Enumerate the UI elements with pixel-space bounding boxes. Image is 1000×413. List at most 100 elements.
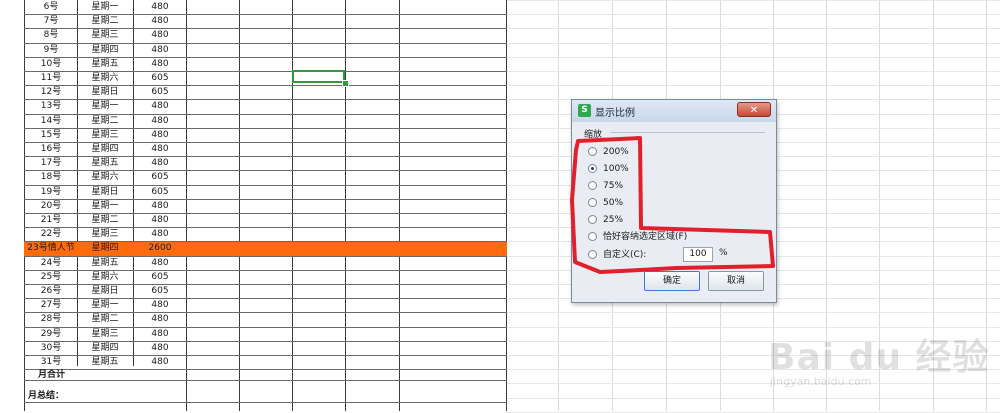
cell-weekday[interactable]: 星期五 (78, 156, 132, 170)
cell-amount[interactable]: 480 (134, 312, 186, 326)
cell-amount[interactable]: 605 (134, 185, 186, 199)
cell-day[interactable]: 29号 (26, 327, 76, 341)
cell-weekday[interactable]: 星期六 (78, 170, 132, 184)
radio-100-label: 100% (603, 164, 629, 174)
cancel-button[interactable]: 取消 (708, 271, 764, 291)
cell-weekday[interactable]: 星期四 (78, 142, 132, 156)
ok-button[interactable]: 确定 (644, 271, 700, 291)
cell-day[interactable]: 9号 (26, 43, 76, 57)
cell-amount[interactable]: 480 (134, 298, 186, 312)
cell-amount[interactable]: 605 (134, 85, 186, 99)
cell-day[interactable]: 16号 (26, 142, 76, 156)
cell-weekday[interactable]: 星期五 (78, 355, 132, 369)
cell-weekday[interactable]: 星期二 (78, 14, 132, 28)
gridline-vertical (558, 0, 559, 411)
cell-weekday[interactable]: 星期三 (78, 128, 132, 142)
cell-weekday[interactable]: 星期五 (78, 256, 132, 270)
cell-day[interactable]: 13号 (26, 99, 76, 113)
cell-amount[interactable]: 2600 (134, 241, 186, 255)
cell-day[interactable]: 18号 (26, 170, 76, 184)
cell-day[interactable]: 11号 (26, 71, 76, 85)
radio-200-circle[interactable] (588, 147, 597, 156)
cell-amount[interactable]: 480 (134, 128, 186, 142)
selected-cell[interactable] (292, 70, 345, 83)
cell-day[interactable]: 27号 (26, 298, 76, 312)
cell-weekday[interactable]: 星期四 (78, 43, 132, 57)
cell-day[interactable]: 12号 (26, 85, 76, 99)
cell-weekday[interactable]: 星期日 (78, 85, 132, 99)
cell-day[interactable]: 19号 (26, 185, 76, 199)
cell-day[interactable]: 6号 (26, 0, 76, 14)
table-border-horizontal (24, 380, 507, 381)
cell-weekday[interactable]: 星期二 (78, 312, 132, 326)
cell-day[interactable]: 7号 (26, 14, 76, 28)
cell-amount[interactable]: 480 (134, 28, 186, 42)
cell-day[interactable]: 25号 (26, 270, 76, 284)
cell-amount[interactable]: 480 (134, 227, 186, 241)
cell-amount[interactable]: 480 (134, 99, 186, 113)
cell-weekday[interactable]: 星期六 (78, 270, 132, 284)
cell-day[interactable]: 22号 (26, 227, 76, 241)
cell-amount[interactable]: 480 (134, 43, 186, 57)
cell-day[interactable]: 17号 (26, 156, 76, 170)
table-border-horizontal (24, 369, 507, 371)
cell-amount[interactable]: 605 (134, 71, 186, 85)
custom-zoom-input[interactable]: 100 (683, 247, 713, 262)
cell-amount[interactable]: 480 (134, 327, 186, 341)
table-border-vertical (292, 0, 293, 411)
cell-amount[interactable]: 480 (134, 213, 186, 227)
cell-weekday[interactable]: 星期四 (78, 241, 132, 255)
cell-amount[interactable]: 605 (134, 170, 186, 184)
cell-amount[interactable]: 480 (134, 256, 186, 270)
cell-day[interactable]: 10号 (26, 57, 76, 71)
cell-amount[interactable]: 480 (134, 355, 186, 369)
cell-weekday[interactable]: 星期一 (78, 0, 132, 14)
radio-fit-circle[interactable] (588, 232, 597, 241)
fill-handle[interactable] (342, 80, 349, 87)
cell-day[interactable]: 8号 (26, 28, 76, 42)
cell-amount[interactable]: 480 (134, 0, 186, 14)
cell-day[interactable]: 30号 (26, 341, 76, 355)
radio-25-circle[interactable] (588, 215, 597, 224)
cell-weekday[interactable]: 星期四 (78, 341, 132, 355)
cell-amount[interactable]: 480 (134, 199, 186, 213)
radio-100-circle[interactable] (588, 164, 597, 173)
close-button[interactable]: ✕ (737, 102, 771, 117)
cell-weekday[interactable]: 星期二 (78, 114, 132, 128)
cell-day[interactable]: 28号 (26, 312, 76, 326)
cell-day[interactable]: 24号 (26, 256, 76, 270)
radio-50-circle[interactable] (588, 198, 597, 207)
cell-amount[interactable]: 480 (134, 142, 186, 156)
cell-day[interactable]: 14号 (26, 114, 76, 128)
cell-weekday[interactable]: 星期三 (78, 327, 132, 341)
table-border-vertical (506, 0, 507, 411)
cell-day[interactable]: 26号 (26, 284, 76, 298)
cell-amount[interactable]: 605 (134, 284, 186, 298)
cell-amount[interactable]: 480 (134, 341, 186, 355)
cell-weekday[interactable]: 星期三 (78, 28, 132, 42)
cell-weekday[interactable]: 星期一 (78, 298, 132, 312)
radio-200-label: 200% (603, 147, 629, 157)
cell-day[interactable]: 21号 (26, 213, 76, 227)
cell-weekday[interactable]: 星期五 (78, 57, 132, 71)
radio-custom-circle[interactable] (588, 250, 597, 259)
cell-amount[interactable]: 480 (134, 57, 186, 71)
cell-weekday[interactable]: 星期日 (78, 284, 132, 298)
radio-75-circle[interactable] (588, 181, 597, 190)
cell-weekday[interactable]: 星期一 (78, 199, 132, 213)
cell-amount[interactable]: 480 (134, 14, 186, 28)
cell-day[interactable]: 23号情人节 (26, 241, 76, 255)
cell-amount[interactable]: 480 (134, 114, 186, 128)
cell-weekday[interactable]: 星期日 (78, 185, 132, 199)
cell-day[interactable]: 15号 (26, 128, 76, 142)
dialog-titlebar[interactable]: S 显示比例 ✕ (572, 100, 776, 122)
gridline-horizontal (506, 71, 1000, 72)
gridline-horizontal (506, 312, 1000, 314)
cell-amount[interactable]: 605 (134, 270, 186, 284)
cell-weekday[interactable]: 星期六 (78, 71, 132, 85)
cell-day[interactable]: 20号 (26, 199, 76, 213)
cell-amount[interactable]: 480 (134, 156, 186, 170)
cell-weekday[interactable]: 星期二 (78, 213, 132, 227)
cell-weekday[interactable]: 星期一 (78, 99, 132, 113)
cell-weekday[interactable]: 星期三 (78, 227, 132, 241)
